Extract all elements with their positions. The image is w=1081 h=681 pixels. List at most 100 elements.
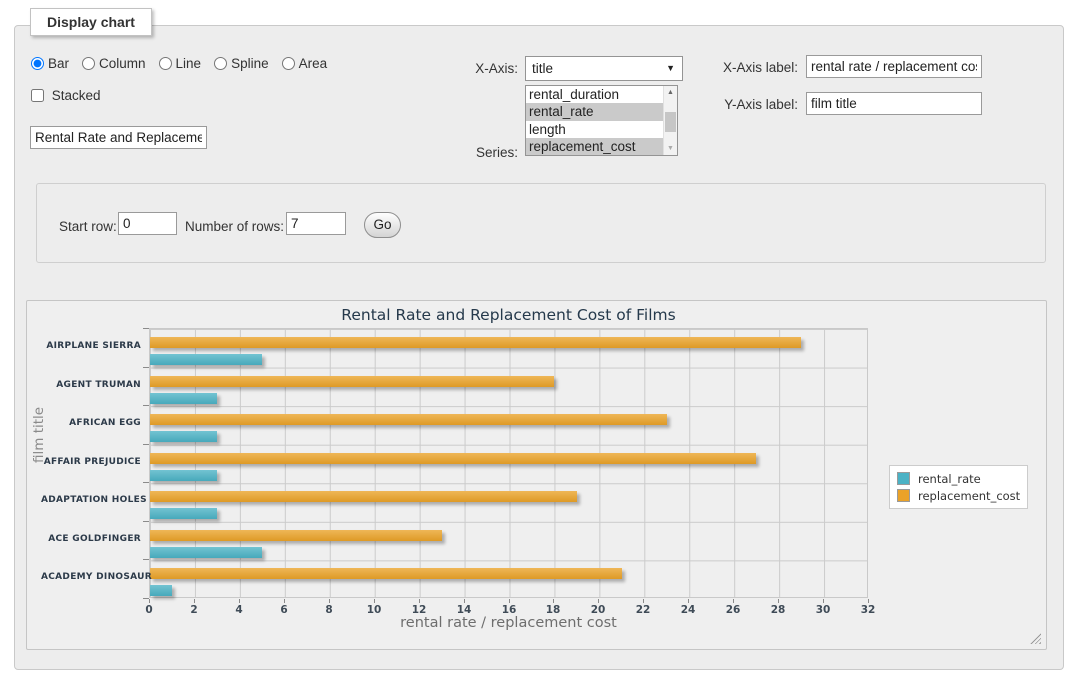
- chart-type-radio-column[interactable]: [82, 57, 95, 70]
- x-axis-tick: [778, 599, 779, 603]
- x-axis-tick: [419, 599, 420, 603]
- x-axis-tick: [374, 599, 375, 603]
- x-tick-label: 2: [179, 604, 209, 616]
- x-tick-label: 6: [269, 604, 299, 616]
- chart-type-radio-spline[interactable]: [214, 57, 227, 70]
- chart-type-option-area[interactable]: Area: [282, 56, 328, 71]
- y-axis-label-field-label: Y-Axis label:: [698, 97, 798, 112]
- bar-rental_rate: [150, 470, 217, 481]
- x-axis-select[interactable]: title ▼: [525, 56, 683, 81]
- series-list-scrollbar[interactable]: ▲ ▼: [663, 86, 677, 155]
- panel-title: Display chart: [30, 8, 152, 36]
- bar-replacement_cost: [150, 491, 577, 502]
- x-tick-label: 0: [134, 604, 164, 616]
- x-tick-label: 4: [224, 604, 254, 616]
- chart-type-option-label: Column: [99, 56, 146, 71]
- chart-type-radio-line[interactable]: [159, 57, 172, 70]
- number-of-rows-label: Number of rows:: [185, 219, 284, 234]
- legend-swatch-rental_rate: [897, 472, 910, 485]
- x-axis-label: X-Axis:: [430, 61, 518, 76]
- x-tick-label: 30: [808, 604, 838, 616]
- chart-type-option-label: Area: [299, 56, 328, 71]
- scroll-up-icon[interactable]: ▲: [664, 86, 677, 99]
- x-axis-label-field-label: X-Axis label:: [698, 60, 798, 75]
- series-option-length[interactable]: length: [526, 121, 663, 138]
- series-options: rental_durationrental_ratelengthreplacem…: [526, 86, 663, 155]
- legend-swatch-replacement_cost: [897, 489, 910, 502]
- chart-title-input[interactable]: [30, 126, 207, 149]
- scroll-down-icon[interactable]: ▼: [664, 142, 677, 155]
- start-row-input[interactable]: [118, 212, 177, 235]
- x-tick-label: 24: [673, 604, 703, 616]
- x-axis-label-input[interactable]: [806, 55, 982, 78]
- stacked-checkbox-row[interactable]: Stacked: [31, 88, 101, 103]
- x-axis-tick: [149, 599, 150, 603]
- series-option-replacement_cost[interactable]: replacement_cost: [526, 138, 663, 155]
- x-axis-tick: [239, 599, 240, 603]
- legend-row: rental_rate: [897, 470, 1020, 487]
- page: Display chart Bar Column Line Spline Area St…: [0, 0, 1081, 681]
- series-option-rental_duration[interactable]: rental_duration: [526, 86, 663, 103]
- bar-rental_rate: [150, 354, 262, 365]
- bar-rental_rate: [150, 508, 217, 519]
- y-axis-tick: [143, 444, 149, 445]
- x-tick-label: 22: [628, 604, 658, 616]
- chart-type-radio-bar[interactable]: [31, 57, 44, 70]
- x-axis-tick: [194, 599, 195, 603]
- number-of-rows-input[interactable]: [286, 212, 346, 235]
- bar-replacement_cost: [150, 453, 756, 464]
- x-tick-label: 16: [494, 604, 524, 616]
- legend-row: replacement_cost: [897, 487, 1020, 504]
- series-multiselect[interactable]: rental_durationrental_ratelengthreplacem…: [525, 85, 678, 156]
- chart-type-radio-group: Bar Column Line Spline Area: [31, 56, 340, 71]
- chart-type-option-line[interactable]: Line: [159, 56, 202, 71]
- stacked-label: Stacked: [52, 88, 101, 103]
- chart-legend: rental_ratereplacement_cost: [889, 465, 1028, 509]
- x-axis-tick: [868, 599, 869, 603]
- chart-type-radio-area[interactable]: [282, 57, 295, 70]
- resize-handle-icon[interactable]: [1030, 633, 1041, 644]
- chart-type-option-bar[interactable]: Bar: [31, 56, 69, 71]
- x-tick-label: 32: [853, 604, 883, 616]
- y-category-label: ACE GOLDFINGER: [41, 534, 141, 544]
- x-axis-selected-value: title: [532, 61, 553, 76]
- y-axis-label-input[interactable]: [806, 92, 982, 115]
- chart-type-option-label: Spline: [231, 56, 269, 71]
- y-category-label: AFRICAN EGG: [41, 418, 141, 428]
- x-tick-label: 18: [538, 604, 568, 616]
- bar-replacement_cost: [150, 376, 554, 387]
- series-option-rental_rate[interactable]: rental_rate: [526, 103, 663, 120]
- x-tick-label: 20: [583, 604, 613, 616]
- y-category-label: ACADEMY DINOSAUR: [41, 572, 141, 582]
- y-axis-tick: [143, 367, 149, 368]
- bar-replacement_cost: [150, 337, 801, 348]
- y-axis-tick: [143, 521, 149, 522]
- x-tick-label: 10: [359, 604, 389, 616]
- x-tick-label: 28: [763, 604, 793, 616]
- bar-rental_rate: [150, 547, 262, 558]
- plot-area: [149, 328, 868, 598]
- x-tick-label: 12: [404, 604, 434, 616]
- chart-type-option-label: Line: [176, 56, 202, 71]
- x-axis-tick: [553, 599, 554, 603]
- y-category-label: AFFAIR PREJUDICE: [41, 457, 141, 467]
- chart-type-option-spline[interactable]: Spline: [214, 56, 269, 71]
- scrollbar-thumb[interactable]: [665, 112, 676, 132]
- chart-type-option-label: Bar: [48, 56, 69, 71]
- bar-replacement_cost: [150, 568, 622, 579]
- y-axis-tick: [143, 559, 149, 560]
- chevron-down-icon: ▼: [666, 63, 675, 73]
- y-category-label: AGENT TRUMAN: [41, 380, 141, 390]
- go-button[interactable]: Go: [364, 212, 401, 238]
- bar-replacement_cost: [150, 530, 442, 541]
- x-axis-tick: [464, 599, 465, 603]
- legend-label: rental_rate: [918, 472, 981, 486]
- x-tick-label: 14: [449, 604, 479, 616]
- x-axis-tick: [329, 599, 330, 603]
- x-axis-tick: [823, 599, 824, 603]
- y-axis-tick: [143, 482, 149, 483]
- y-category-label: AIRPLANE SIERRA: [41, 341, 141, 351]
- bar-rental_rate: [150, 431, 217, 442]
- stacked-checkbox[interactable]: [31, 89, 44, 102]
- chart-type-option-column[interactable]: Column: [82, 56, 146, 71]
